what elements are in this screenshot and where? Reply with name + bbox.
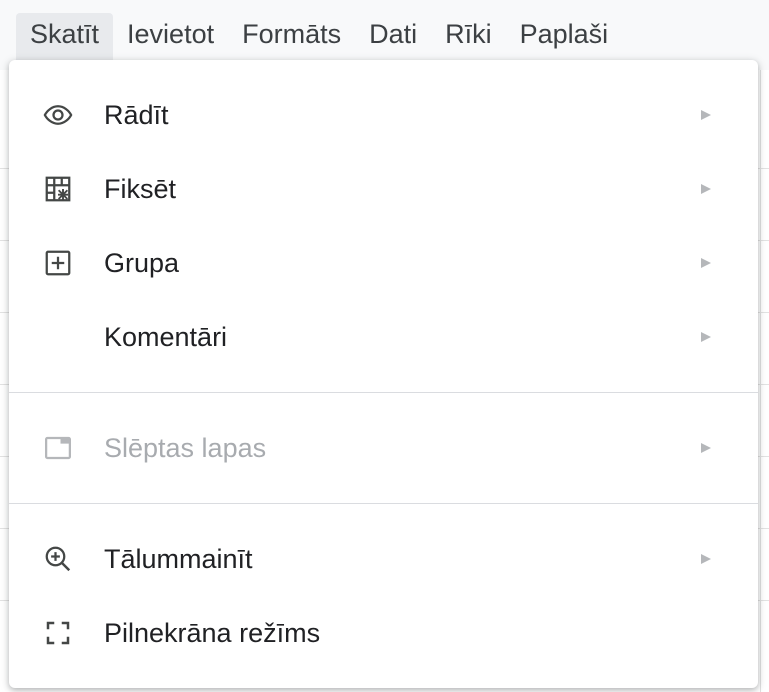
menu-item-group[interactable]: Grupa xyxy=(9,226,758,300)
menu-separator xyxy=(9,503,758,504)
menu-item-label: Komentāri xyxy=(104,321,228,352)
menu-item-label: Slēptas lapas xyxy=(104,432,267,463)
zoom-in-icon xyxy=(43,544,73,574)
submenu-arrow-icon xyxy=(701,443,711,453)
menu-insert[interactable]: Ievietot xyxy=(113,13,228,58)
menu-item-fullscreen[interactable]: Pilnekrāna režīms xyxy=(9,596,758,670)
submenu-arrow-icon xyxy=(701,110,711,120)
view-dropdown-menu: Rādīt Fiksēt Grupa Komentāri Slēptas lap… xyxy=(9,60,758,688)
menu-item-comments[interactable]: Komentāri xyxy=(9,300,758,374)
submenu-arrow-icon xyxy=(701,332,711,342)
menu-separator xyxy=(9,392,758,393)
freeze-grid-icon xyxy=(43,174,73,204)
menu-item-hidden-sheets[interactable]: Slēptas lapas xyxy=(9,411,758,485)
menu-item-freeze[interactable]: Fiksēt xyxy=(9,152,758,226)
submenu-arrow-icon xyxy=(701,554,711,564)
menu-item-label: Tālummainīt xyxy=(104,543,253,574)
menu-item-zoom[interactable]: Tālummainīt xyxy=(9,522,758,596)
menu-tools[interactable]: Rīki xyxy=(431,13,506,58)
group-plus-box-icon xyxy=(43,248,73,278)
menu-item-label: Rādīt xyxy=(104,99,169,130)
menu-data[interactable]: Dati xyxy=(355,13,431,58)
menu-item-label: Grupa xyxy=(104,247,180,278)
menu-extensions[interactable]: Paplaši xyxy=(506,13,623,58)
submenu-arrow-icon xyxy=(701,184,711,194)
fullscreen-icon xyxy=(43,618,73,648)
sheet-gridline xyxy=(760,60,761,692)
menu-item-label: Fiksēt xyxy=(104,173,177,204)
spreadsheet-window: Skatīt Ievietot Formāts Dati Rīki Paplaš… xyxy=(0,0,769,692)
hidden-sheet-icon xyxy=(43,433,73,463)
menu-item-show[interactable]: Rādīt xyxy=(9,78,758,152)
submenu-arrow-icon xyxy=(701,258,711,268)
eye-icon xyxy=(43,100,73,130)
menu-item-label: Pilnekrāna režīms xyxy=(104,617,321,648)
menu-format[interactable]: Formāts xyxy=(228,13,355,58)
